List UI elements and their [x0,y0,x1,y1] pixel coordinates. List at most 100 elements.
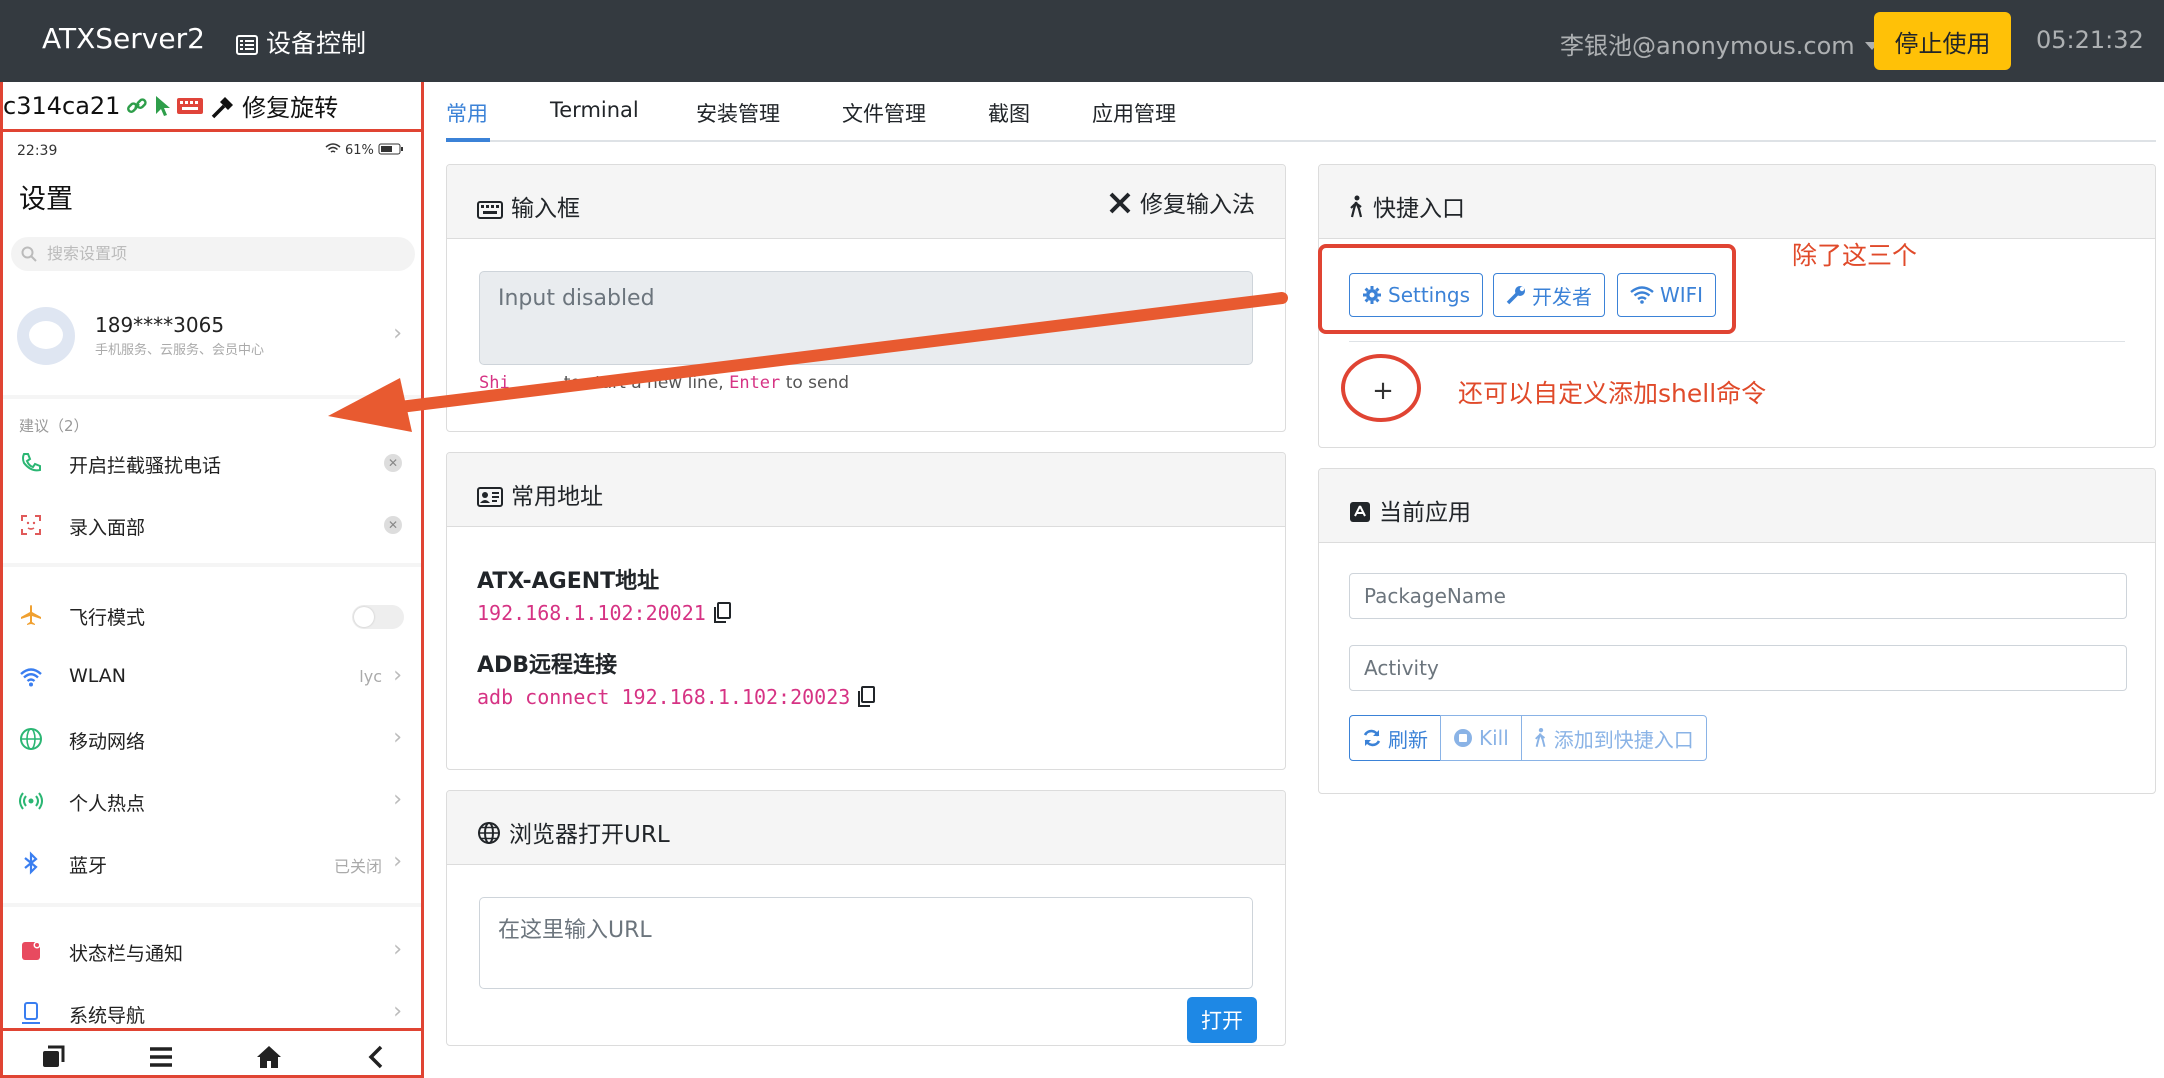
chevron-right-icon: › [393,849,402,874]
input-card: 输入框 修复输入法 Input disabled Shi to start a … [446,164,1286,432]
user-dropdown[interactable]: 李银池@anonymous.com [1560,26,1879,61]
tools-icon [1109,192,1131,214]
profile-number[interactable]: 189****3065 [95,313,224,337]
wifi-icon [1630,286,1654,304]
search-placeholder: 搜索设置项 [47,244,128,263]
tab-install[interactable]: 安装管理 [696,98,780,128]
item-label: 个人热点 [69,793,146,815]
address-card-icon [477,487,503,507]
notification-icon [22,941,41,960]
recent-apps-icon[interactable] [39,1043,67,1071]
stop-circle-icon [1454,729,1472,747]
suggestion-label: 开启拦截骚扰电话 [69,455,222,477]
globe-icon [20,728,42,750]
item-value: lyc [359,667,382,686]
stop-using-button[interactable]: 停止使用 [1874,12,2011,70]
cursor-icon[interactable] [154,94,171,118]
airplane-toggle[interactable] [352,605,404,629]
wifi-shortcut-label: WIFI [1660,283,1704,307]
browser-card: 浏览器打开URL 在这里输入URL 打开 [446,790,1286,1046]
wifi-shortcut-button[interactable]: WIFI [1617,273,1717,317]
developer-shortcut-label: 开发者 [1532,284,1592,309]
input-hint: Shi to start a new line, Enter to send [479,373,849,393]
dismiss-icon[interactable]: ✕ [384,454,402,472]
divider [3,903,421,907]
chevron-right-icon: › [393,663,402,688]
activity-placeholder: Activity [1364,656,1439,680]
fix-rotation-label: 修复旋转 [242,94,339,122]
url-input[interactable]: 在这里输入URL [479,897,1253,989]
card-header: 当前应用 [1319,469,2155,543]
settings-item-statusbar[interactable]: 状态栏与通知 › [3,929,421,973]
hint-text-end: to send [785,373,850,393]
settings-search-input[interactable]: 搜索设置项 [11,237,415,271]
address-card-title: 常用地址 [511,484,603,510]
item-label: 系统导航 [69,1005,146,1025]
open-url-button[interactable]: 打开 [1187,997,1257,1043]
settings-item-wlan[interactable]: WLAN lyc › [3,655,421,699]
refresh-button[interactable]: 刷新 [1349,715,1441,761]
bluetooth-icon [24,851,38,875]
activity-input[interactable]: Activity [1349,645,2127,691]
fix-rotation-button[interactable]: 修复旋转 [210,88,338,123]
address-card: 常用地址 ATX-AGENT地址 192.168.1.102:20021 ADB… [446,452,1286,770]
tab-files[interactable]: 文件管理 [842,98,926,128]
chevron-right-icon: › [393,321,402,346]
copy-icon[interactable] [856,686,876,708]
package-name-input[interactable]: PackageName [1349,573,2127,619]
add-to-shortcut-button[interactable]: 添加到快捷入口 [1520,715,1707,761]
chevron-right-icon: › [393,937,402,962]
device-control-link[interactable]: 设备控制 [236,24,366,60]
text-input-area[interactable]: Input disabled [479,271,1253,365]
fix-ime-button[interactable]: 修复输入法 [1108,185,1255,219]
refresh-icon [1363,729,1381,747]
device-control-label: 设备控制 [266,29,367,58]
app-action-buttons: 刷新 Kill 添加到快捷入口 [1349,715,1707,761]
menu-icon[interactable] [147,1043,175,1071]
copy-icon[interactable] [712,602,732,624]
walking-icon [1534,727,1546,747]
keyboard-icon[interactable] [176,96,204,116]
device-header: c314ca21 修复旋转 [3,82,421,132]
tab-screenshot[interactable]: 截图 [988,98,1030,128]
phone-screen[interactable]: 22:39 61% 设置 搜索设置项 189****3065 手机服务、云服务、… [3,135,421,1025]
suggestion-item[interactable]: 录入面部 ✕ [3,503,421,547]
item-label: 飞行模式 [69,607,146,629]
suggestion-label: 录入面部 [69,517,146,539]
tab-terminal[interactable]: Terminal [550,98,639,122]
dismiss-icon[interactable]: ✕ [384,516,402,534]
search-icon [21,246,37,262]
suggestion-item[interactable]: 开启拦截骚扰电话 ✕ [3,441,421,485]
browser-card-title: 浏览器打开URL [509,822,670,848]
brand-logo[interactable]: ATXServer2 [42,22,205,55]
settings-item-airplane[interactable]: 飞行模式 [3,593,421,637]
tab-common[interactable]: 常用 [446,98,488,128]
settings-item-bluetooth[interactable]: 蓝牙 已关闭 › [3,841,421,885]
battery-icon [378,143,403,155]
settings-item-hotspot[interactable]: 个人热点 › [3,779,421,823]
link-icon[interactable] [126,95,148,117]
developer-shortcut-button[interactable]: 开发者 [1493,273,1605,317]
settings-item-mobile[interactable]: 移动网络 › [3,717,421,761]
phone-nav-bar [3,1028,421,1075]
airplane-icon [21,605,41,625]
chevron-right-icon: › [393,725,402,750]
current-app-card: 当前应用 PackageName Activity 刷新 Kill 添加到快捷入… [1318,468,2156,794]
home-icon[interactable] [255,1043,283,1071]
agent-address-text: 192.168.1.102:20021 [477,601,706,625]
back-icon[interactable] [363,1043,391,1071]
text-input-placeholder: Input disabled [498,286,655,311]
settings-shortcut-button[interactable]: Settings [1349,273,1484,317]
settings-item-navigation[interactable]: 系统导航 › [3,991,421,1025]
suggestions-label: 建议（2） [19,417,89,435]
avatar[interactable] [17,307,75,365]
session-timer: 05:21:32 [2036,26,2144,54]
chevron-right-icon: › [393,999,402,1024]
navigation-icon [22,1002,40,1024]
kill-button[interactable]: Kill [1440,715,1522,761]
card-header: 输入框 修复输入法 [447,165,1285,239]
battery-percent: 61% [344,143,374,158]
package-name-placeholder: PackageName [1364,584,1506,608]
tab-apps[interactable]: 应用管理 [1092,98,1176,128]
add-shortcut-button[interactable]: + [1363,371,1403,411]
